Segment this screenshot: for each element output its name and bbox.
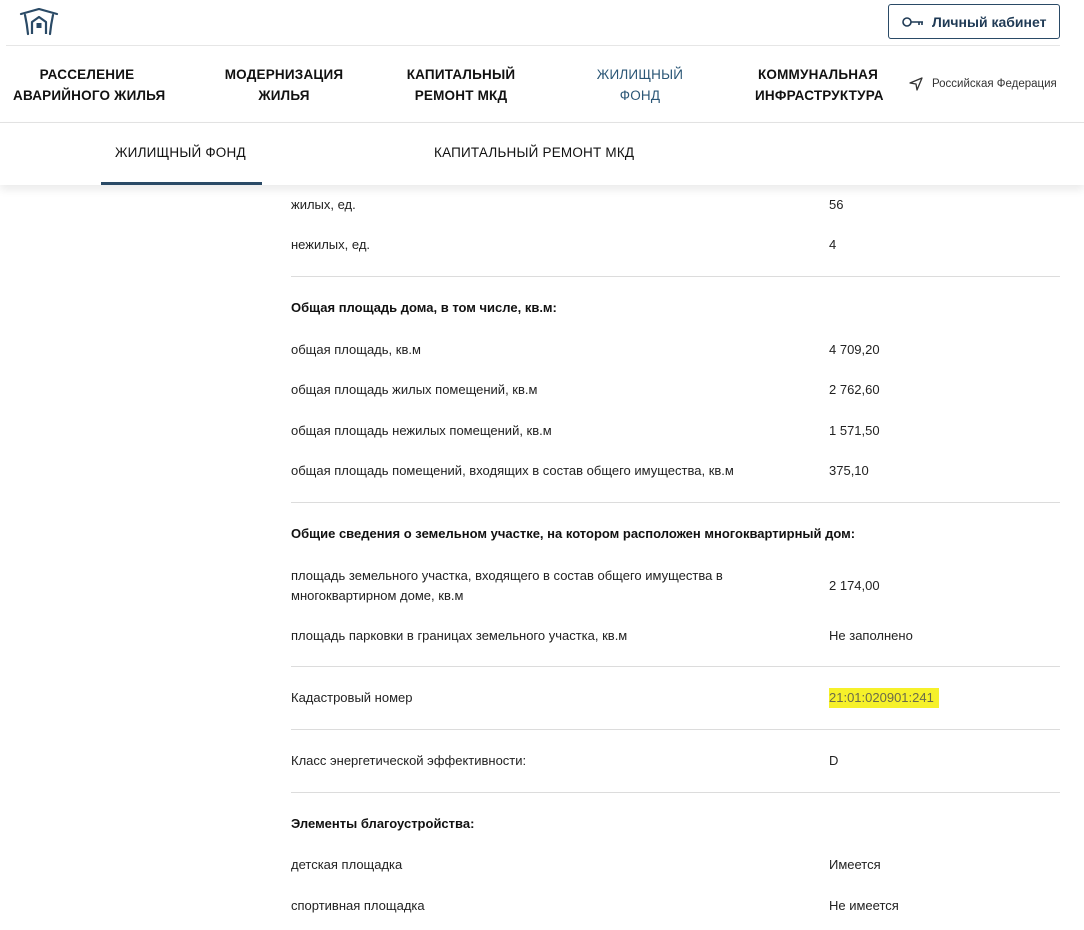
detail-label: общая площадь помещений, входящих в сост… <box>291 463 734 478</box>
house-details: жилых, ед. 56 нежилых, ед. 4 Общая площа… <box>0 185 1084 930</box>
top-bar: Личный кабинет <box>0 0 1084 46</box>
personal-cabinet-label: Личный кабинет <box>932 13 1047 30</box>
detail-value: 2 174,00 <box>829 578 880 593</box>
section-title-land: Общие сведения о земельном участке, на к… <box>291 526 856 541</box>
nav-item-label-line2: ФОНД <box>619 88 661 103</box>
sub-tabs: ЖИЛИЩНЫЙ ФОНД КАПИТАЛЬНЫЙ РЕМОНТ МКД <box>0 123 1084 185</box>
detail-label: спортивная площадка <box>291 898 425 913</box>
nav-item-label-line1: КАПИТАЛЬНЫЙ <box>406 67 516 82</box>
section-title-amenities: Элементы благоустройства: <box>291 816 475 831</box>
nav-item-housing-stock[interactable]: ЖИЛИЩНЫЙ ФОНД <box>590 64 690 106</box>
nav-item-modernization[interactable]: МОДЕРНИЗАЦИЯ ЖИЛЬЯ <box>224 64 344 106</box>
section-divider <box>291 276 1060 277</box>
detail-label: Кадастровый номер <box>291 690 413 705</box>
nav-item-label-line1: РАССЕЛЕНИЕ <box>39 67 135 82</box>
nav-item-label-line2: ЖИЛЬЯ <box>258 88 310 103</box>
nav-item-label-line2: АВАРИЙНОГО ЖИЛЬЯ <box>13 88 166 103</box>
detail-label: общая площадь нежилых помещений, кв.м <box>291 423 552 438</box>
detail-value: 2 762,60 <box>829 382 880 397</box>
detail-value: D <box>829 753 839 768</box>
section-divider <box>291 666 1060 667</box>
section-divider <box>291 729 1060 730</box>
nav-item-label-line2: РЕМОНТ МКД <box>414 88 508 103</box>
navigation-arrow-icon <box>909 77 923 91</box>
nav-item-label-line1: ЖИЛИЩНЫЙ <box>596 67 684 82</box>
nav-item-communal-infrastructure[interactable]: КОММУНАЛЬНАЯ ИНФРАСТРУКТУРА <box>755 64 884 106</box>
detail-value: Не имеется <box>829 898 899 913</box>
personal-cabinet-button[interactable]: Личный кабинет <box>888 4 1060 39</box>
detail-label: общая площадь жилых помещений, кв.м <box>291 382 538 397</box>
detail-label: детская площадка <box>291 857 403 872</box>
detail-label: нежилых, ед. <box>291 237 371 252</box>
section-divider <box>291 502 1060 503</box>
detail-value: 4 <box>829 237 837 252</box>
nav-item-label-line2: ИНФРАСТРУКТУРА <box>755 88 884 103</box>
region-selector[interactable]: Российская Федерация <box>908 76 1057 92</box>
detail-label: общая площадь, кв.м <box>291 342 421 357</box>
detail-label: площадь земельного участка, входящего в … <box>291 568 723 603</box>
detail-label: Класс энергетической эффективности: <box>291 753 527 768</box>
detail-value: Имеется <box>829 857 881 872</box>
nav-item-label-line1: МОДЕРНИЗАЦИЯ <box>224 67 344 82</box>
detail-label: жилых, ед. <box>291 197 356 212</box>
key-icon <box>902 16 923 27</box>
tab-capital-repair[interactable]: КАПИТАЛЬНЫЙ РЕМОНТ МКД <box>434 145 634 160</box>
tab-housing-stock[interactable]: ЖИЛИЩНЫЙ ФОНД <box>115 145 246 160</box>
detail-value: 1 571,50 <box>829 423 880 438</box>
main-nav: РАССЕЛЕНИЕ АВАРИЙНОГО ЖИЛЬЯ МОДЕРНИЗАЦИЯ… <box>0 46 1084 123</box>
nav-item-resettlement[interactable]: РАССЕЛЕНИЕ АВАРИЙНОГО ЖИЛЬЯ <box>13 64 166 106</box>
detail-value: 375,10 <box>829 463 869 478</box>
house-logo-icon[interactable] <box>18 8 60 36</box>
nav-item-label-line1: КОММУНАЛЬНАЯ <box>757 67 879 82</box>
detail-value: 56 <box>829 197 844 212</box>
cadastral-number-value: 21:01:020901:241 <box>829 688 939 708</box>
detail-value: 4 709,20 <box>829 342 880 357</box>
region-label: Российская Федерация <box>932 78 1057 90</box>
detail-label: площадь парковки в границах земельного у… <box>291 628 628 643</box>
detail-value: Не заполнено <box>829 628 913 643</box>
section-title-area: Общая площадь дома, в том числе, кв.м: <box>291 300 557 315</box>
section-divider <box>291 792 1060 793</box>
nav-item-capital-repair[interactable]: КАПИТАЛЬНЫЙ РЕМОНТ МКД <box>405 64 517 106</box>
